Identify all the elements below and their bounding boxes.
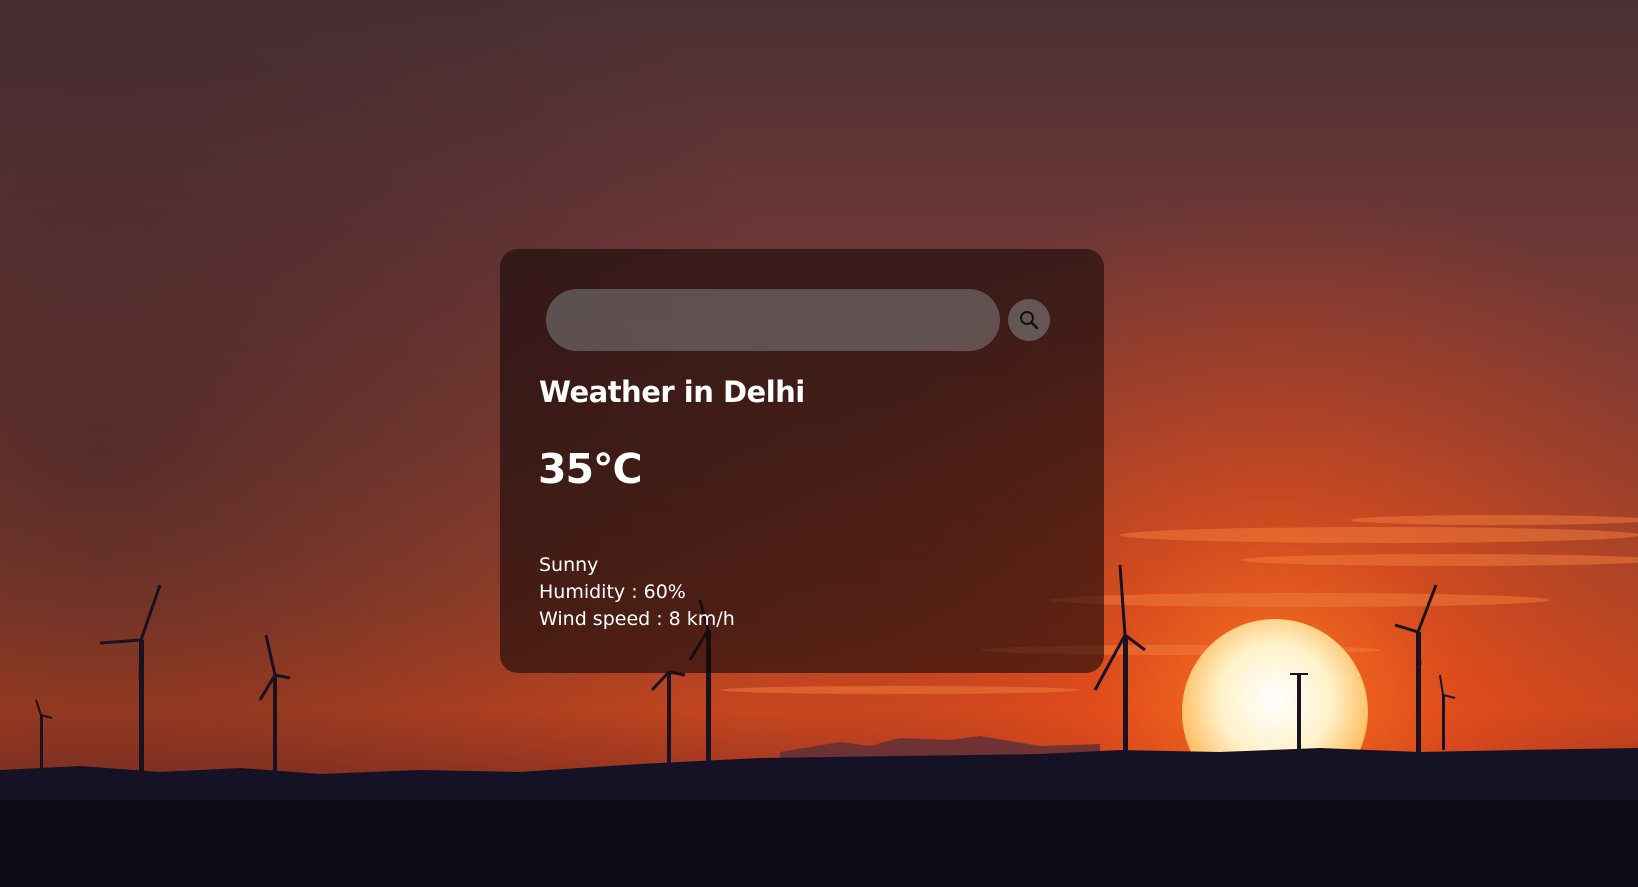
weather-card: Weather in Delhi 35°C Sunny Humidity : 6… — [500, 249, 1104, 673]
search-input[interactable] — [546, 289, 1000, 351]
wind-speed-value: Wind speed : 8 km/h — [539, 608, 735, 630]
weather-description: Sunny — [539, 554, 599, 576]
humidity-value: Humidity : 60% — [539, 581, 686, 603]
search-bar — [546, 289, 1053, 351]
city-heading: Weather in Delhi — [539, 375, 805, 409]
search-icon — [1019, 310, 1039, 330]
temperature-value: 35°C — [538, 445, 643, 493]
weather-details: Sunny Humidity : 60% Wind speed : 8 km/h — [539, 552, 735, 633]
search-button[interactable] — [1008, 299, 1050, 341]
